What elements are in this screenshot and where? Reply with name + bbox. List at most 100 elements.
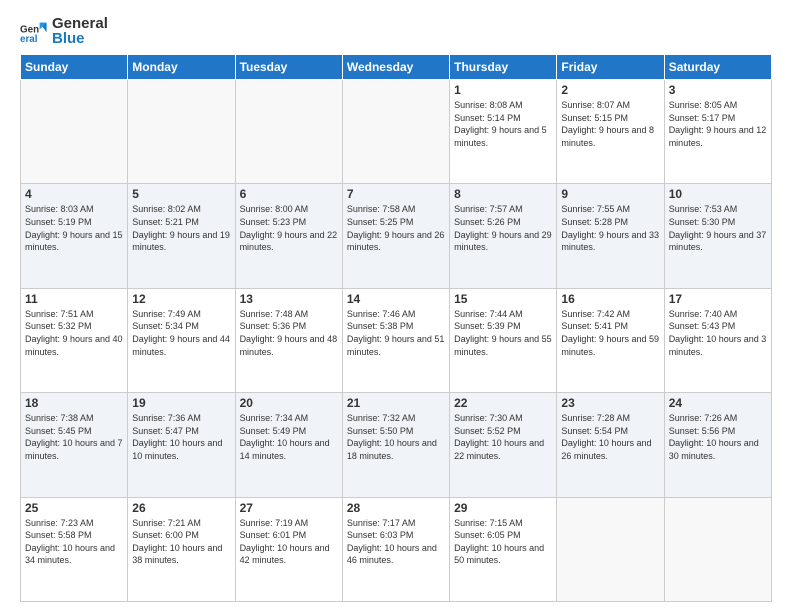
day-number: 19 <box>132 396 230 410</box>
calendar-cell: 9 Sunrise: 7:55 AMSunset: 5:28 PMDaylight… <box>557 184 664 288</box>
day-number: 6 <box>240 187 338 201</box>
day-number: 20 <box>240 396 338 410</box>
day-number: 23 <box>561 396 659 410</box>
day-info: Sunrise: 7:42 AMSunset: 5:41 PMDaylight:… <box>561 308 659 358</box>
day-number: 9 <box>561 187 659 201</box>
day-number: 2 <box>561 83 659 97</box>
calendar-cell: 7 Sunrise: 7:58 AMSunset: 5:25 PMDaylight… <box>342 184 449 288</box>
svg-text:eral: eral <box>20 34 38 45</box>
week-row-5: 25 Sunrise: 7:23 AMSunset: 5:58 PMDayligh… <box>21 497 772 601</box>
day-number: 5 <box>132 187 230 201</box>
calendar-cell <box>21 80 128 184</box>
calendar-cell: 29 Sunrise: 7:15 AMSunset: 6:05 PMDayligh… <box>450 497 557 601</box>
calendar-cell: 3 Sunrise: 8:05 AMSunset: 5:17 PMDaylight… <box>664 80 771 184</box>
calendar-cell: 21Sunrise: 7:32 AMSunset: 5:50 PMDayligh… <box>342 393 449 497</box>
calendar-cell: 10 Sunrise: 7:53 AMSunset: 5:30 PMDayligh… <box>664 184 771 288</box>
day-info: Sunrise: 7:19 AMSunset: 6:01 PMDaylight:… <box>240 517 338 567</box>
calendar-cell <box>235 80 342 184</box>
day-number: 3 <box>669 83 767 97</box>
day-number: 4 <box>25 187 123 201</box>
day-number: 1 <box>454 83 552 97</box>
week-row-1: 1 Sunrise: 8:08 AMSunset: 5:14 PMDaylight… <box>21 80 772 184</box>
day-info: Sunrise: 7:40 AMSunset: 5:43 PMDaylight:… <box>669 308 767 358</box>
calendar-cell: 5 Sunrise: 8:02 AMSunset: 5:21 PMDaylight… <box>128 184 235 288</box>
logo: Gen eral General Blue <box>20 16 108 46</box>
day-info: Sunrise: 7:46 AMSunset: 5:38 PMDaylight:… <box>347 308 445 358</box>
day-info: Sunrise: 7:15 AMSunset: 6:05 PMDaylight:… <box>454 517 552 567</box>
week-row-3: 11 Sunrise: 7:51 AMSunset: 5:32 PMDayligh… <box>21 288 772 392</box>
calendar-cell <box>342 80 449 184</box>
day-info: Sunrise: 7:55 AMSunset: 5:28 PMDaylight:… <box>561 203 659 253</box>
calendar-cell: 8 Sunrise: 7:57 AMSunset: 5:26 PMDaylight… <box>450 184 557 288</box>
week-row-4: 18Sunrise: 7:38 AMSunset: 5:45 PMDayligh… <box>21 393 772 497</box>
day-number: 26 <box>132 501 230 515</box>
day-info: Sunrise: 7:34 AMSunset: 5:49 PMDaylight:… <box>240 412 338 462</box>
header: Gen eral General Blue <box>20 16 772 46</box>
day-info: Sunrise: 7:30 AMSunset: 5:52 PMDaylight:… <box>454 412 552 462</box>
calendar-cell: 26Sunrise: 7:21 AMSunset: 6:00 PMDayligh… <box>128 497 235 601</box>
day-info: Sunrise: 7:17 AMSunset: 6:03 PMDaylight:… <box>347 517 445 567</box>
day-info: Sunrise: 7:23 AMSunset: 5:58 PMDaylight:… <box>25 517 123 567</box>
day-info: Sunrise: 7:28 AMSunset: 5:54 PMDaylight:… <box>561 412 659 462</box>
calendar-cell: 24 Sunrise: 7:26 AMSunset: 5:56 PMDayligh… <box>664 393 771 497</box>
day-number: 12 <box>132 292 230 306</box>
day-info: Sunrise: 7:44 AMSunset: 5:39 PMDaylight:… <box>454 308 552 358</box>
day-info: Sunrise: 7:53 AMSunset: 5:30 PMDaylight:… <box>669 203 767 253</box>
day-info: Sunrise: 8:02 AMSunset: 5:21 PMDaylight:… <box>132 203 230 253</box>
weekday-header-row: SundayMondayTuesdayWednesdayThursdayFrid… <box>21 55 772 80</box>
calendar-cell: 1 Sunrise: 8:08 AMSunset: 5:14 PMDaylight… <box>450 80 557 184</box>
calendar-cell: 12Sunrise: 7:49 AMSunset: 5:34 PMDayligh… <box>128 288 235 392</box>
calendar-cell: 28 Sunrise: 7:17 AMSunset: 6:03 PMDayligh… <box>342 497 449 601</box>
weekday-monday: Monday <box>128 55 235 80</box>
day-info: Sunrise: 7:26 AMSunset: 5:56 PMDaylight:… <box>669 412 767 462</box>
day-number: 24 <box>669 396 767 410</box>
day-number: 7 <box>347 187 445 201</box>
calendar-cell <box>664 497 771 601</box>
week-row-2: 4 Sunrise: 8:03 AMSunset: 5:19 PMDaylight… <box>21 184 772 288</box>
day-number: 13 <box>240 292 338 306</box>
day-info: Sunrise: 8:08 AMSunset: 5:14 PMDaylight:… <box>454 99 552 149</box>
day-number: 22 <box>454 396 552 410</box>
calendar-cell: 13 Sunrise: 7:48 AMSunset: 5:36 PMDayligh… <box>235 288 342 392</box>
calendar-cell: 4 Sunrise: 8:03 AMSunset: 5:19 PMDaylight… <box>21 184 128 288</box>
day-number: 25 <box>25 501 123 515</box>
day-number: 17 <box>669 292 767 306</box>
logo-icon: Gen eral <box>20 17 48 45</box>
calendar-table: SundayMondayTuesdayWednesdayThursdayFrid… <box>20 54 772 602</box>
day-number: 15 <box>454 292 552 306</box>
day-number: 8 <box>454 187 552 201</box>
day-info: Sunrise: 7:57 AMSunset: 5:26 PMDaylight:… <box>454 203 552 253</box>
day-number: 10 <box>669 187 767 201</box>
calendar-cell: 18Sunrise: 7:38 AMSunset: 5:45 PMDayligh… <box>21 393 128 497</box>
calendar-cell: 2 Sunrise: 8:07 AMSunset: 5:15 PMDaylight… <box>557 80 664 184</box>
day-info: Sunrise: 7:48 AMSunset: 5:36 PMDaylight:… <box>240 308 338 358</box>
calendar-cell: 23 Sunrise: 7:28 AMSunset: 5:54 PMDayligh… <box>557 393 664 497</box>
weekday-tuesday: Tuesday <box>235 55 342 80</box>
weekday-thursday: Thursday <box>450 55 557 80</box>
logo-blue: Blue <box>52 30 85 47</box>
calendar-cell: 17 Sunrise: 7:40 AMSunset: 5:43 PMDayligh… <box>664 288 771 392</box>
calendar-cell: 15 Sunrise: 7:44 AMSunset: 5:39 PMDayligh… <box>450 288 557 392</box>
day-number: 16 <box>561 292 659 306</box>
day-number: 28 <box>347 501 445 515</box>
day-info: Sunrise: 7:58 AMSunset: 5:25 PMDaylight:… <box>347 203 445 253</box>
day-info: Sunrise: 8:03 AMSunset: 5:19 PMDaylight:… <box>25 203 123 253</box>
day-info: Sunrise: 8:05 AMSunset: 5:17 PMDaylight:… <box>669 99 767 149</box>
weekday-sunday: Sunday <box>21 55 128 80</box>
day-number: 29 <box>454 501 552 515</box>
day-info: Sunrise: 7:36 AMSunset: 5:47 PMDaylight:… <box>132 412 230 462</box>
calendar-cell: 16 Sunrise: 7:42 AMSunset: 5:41 PMDayligh… <box>557 288 664 392</box>
day-number: 21 <box>347 396 445 410</box>
day-number: 27 <box>240 501 338 515</box>
calendar-cell: 11 Sunrise: 7:51 AMSunset: 5:32 PMDayligh… <box>21 288 128 392</box>
day-number: 14 <box>347 292 445 306</box>
day-info: Sunrise: 8:07 AMSunset: 5:15 PMDaylight:… <box>561 99 659 149</box>
calendar-cell <box>557 497 664 601</box>
calendar-cell <box>128 80 235 184</box>
page: Gen eral General Blue SundayMondayTuesda… <box>0 0 792 612</box>
day-number: 11 <box>25 292 123 306</box>
day-info: Sunrise: 7:38 AMSunset: 5:45 PMDaylight:… <box>25 412 123 462</box>
weekday-friday: Friday <box>557 55 664 80</box>
day-info: Sunrise: 7:51 AMSunset: 5:32 PMDaylight:… <box>25 308 123 358</box>
calendar-cell: 20 Sunrise: 7:34 AMSunset: 5:49 PMDayligh… <box>235 393 342 497</box>
